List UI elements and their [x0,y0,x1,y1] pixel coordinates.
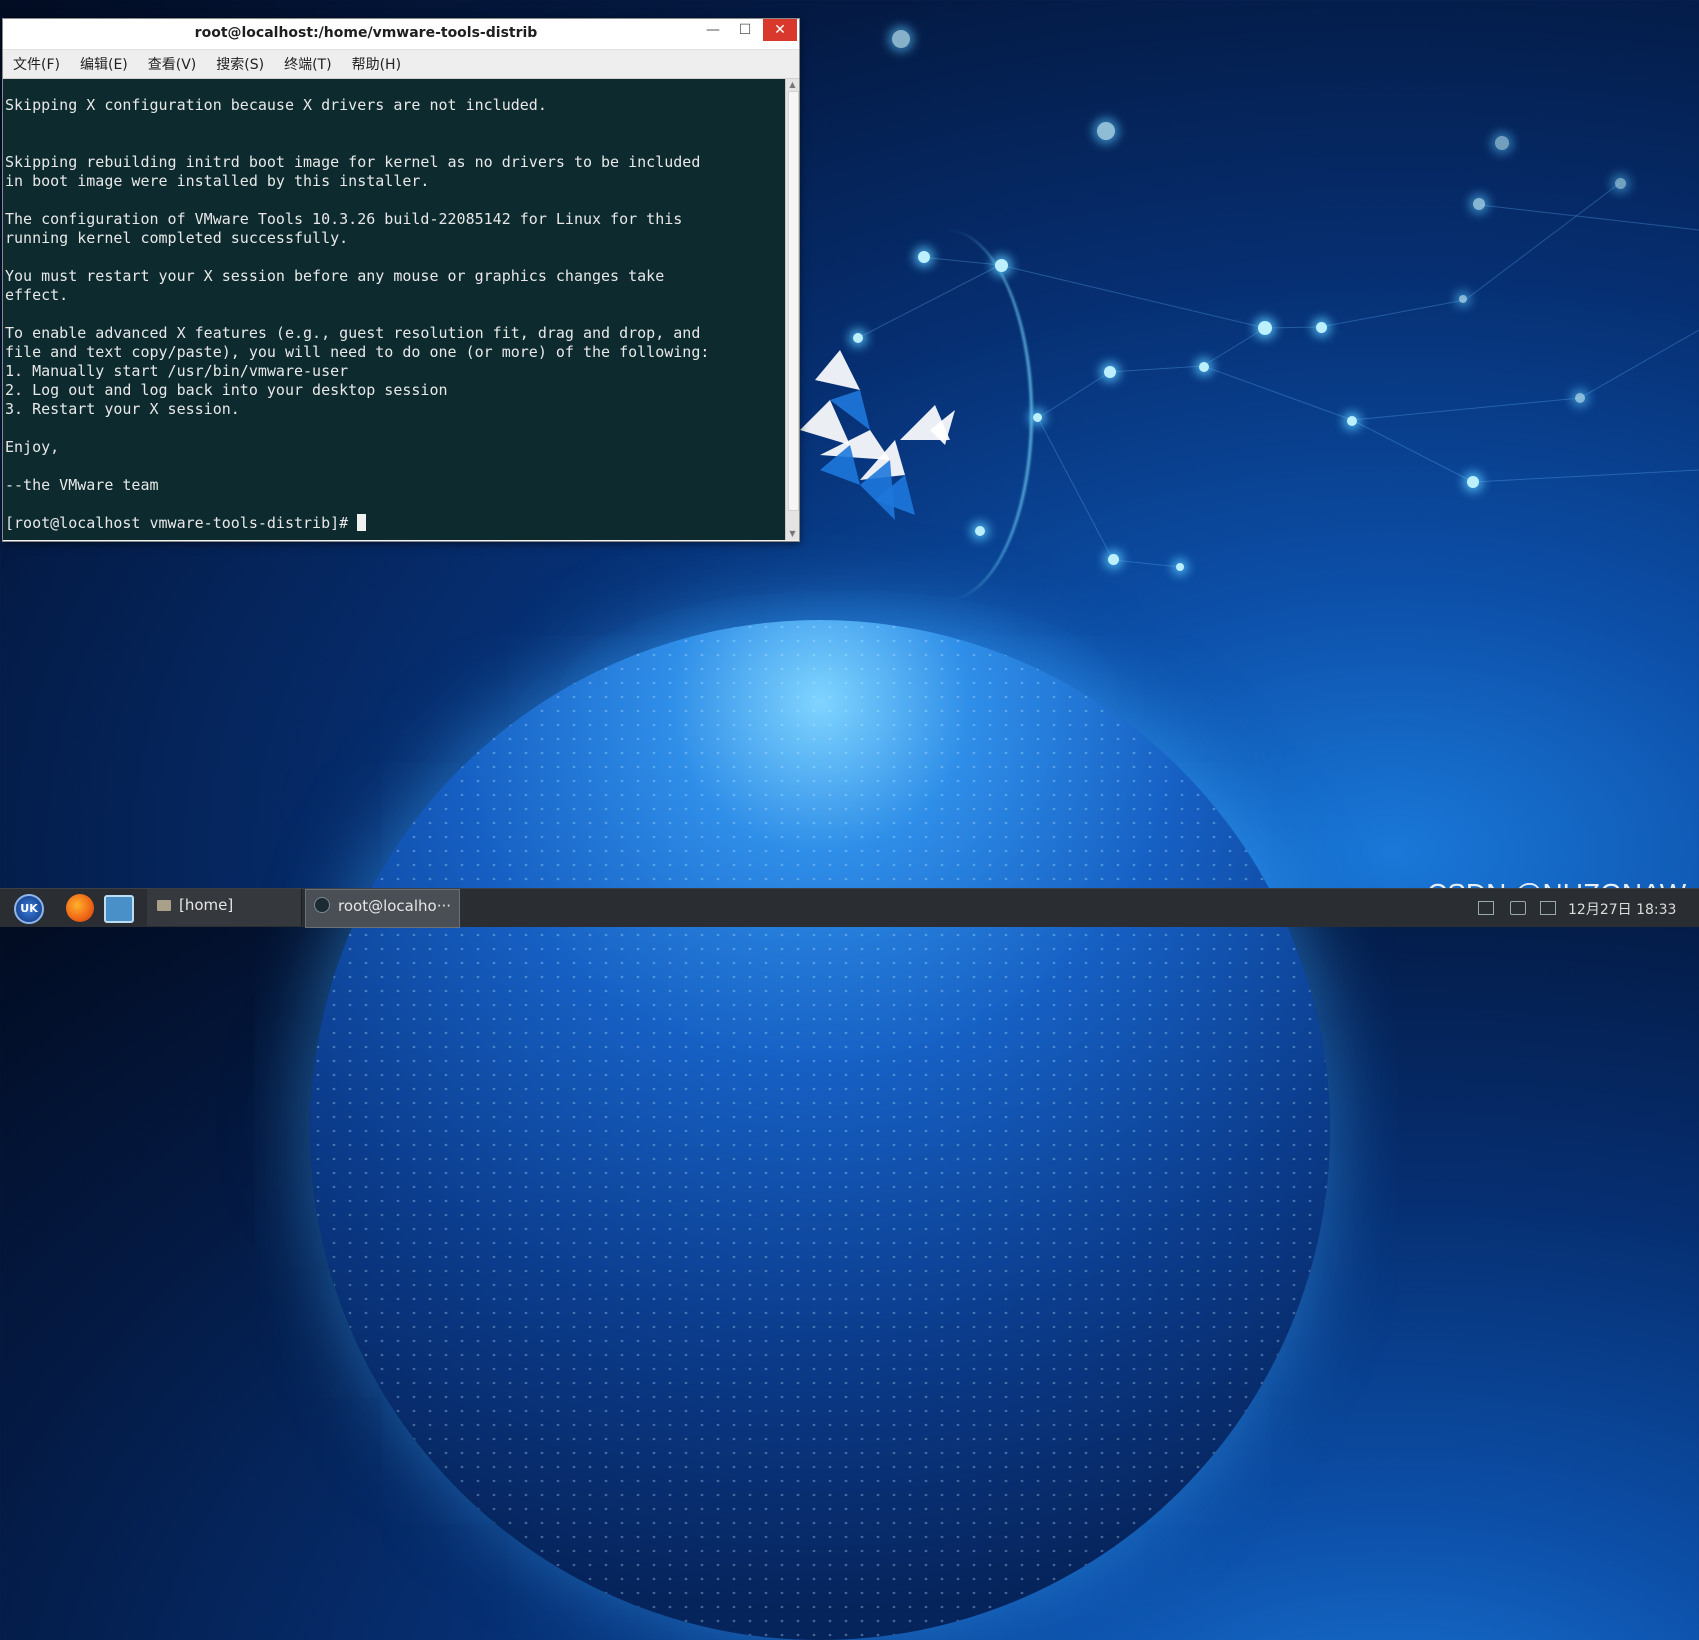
network-node [1347,416,1357,426]
network-node [1615,178,1626,189]
maximize-button[interactable]: ☐ [729,19,761,41]
scroll-down-arrow-icon[interactable]: ▼ [786,528,799,540]
menubar: 文件(F) 编辑(E) 查看(V) 搜索(S) 终端(T) 帮助(H) [3,50,799,79]
keyboard-icon[interactable] [1478,901,1494,915]
menu-help[interactable]: 帮助(H) [352,54,401,74]
network-node [1097,122,1115,140]
network-node [1258,321,1272,335]
network-node [853,333,863,343]
menu-search[interactable]: 搜索(S) [216,54,264,74]
network-node [918,251,930,263]
text-cursor [357,514,367,531]
network-node [1104,366,1116,378]
volume-muted-icon[interactable] [1510,901,1526,915]
network-node [1575,393,1585,403]
taskbar: UK [home] root@localho··· 12月27日 18:33 [0,888,1699,928]
menu-file[interactable]: 文件(F) [13,54,60,74]
menu-edit[interactable]: 编辑(E) [80,54,128,74]
window-titlebar[interactable]: root@localhost:/home/vmware-tools-distri… [3,19,799,50]
network-node [1459,295,1467,303]
network-node [1108,554,1119,565]
clock[interactable]: 12月27日 18:33 [1568,899,1676,919]
network-node [1473,198,1485,210]
network-node [1495,136,1509,150]
folder-icon [157,900,171,911]
close-button[interactable]: ✕ [763,19,797,41]
terminal-output-area[interactable]: Skipping X configuration because X drive… [3,79,785,540]
menu-view[interactable]: 查看(V) [148,54,197,74]
firefox-icon[interactable] [66,894,94,922]
scrollbar-thumb[interactable] [788,91,799,511]
network-icon[interactable] [1540,901,1556,915]
network-node [1199,362,1209,372]
start-menu-icon[interactable]: UK [14,894,44,924]
network-node [995,259,1008,272]
taskbar-item-label: root@localho··· [338,897,452,915]
network-node [1033,413,1042,422]
scroll-up-arrow-icon[interactable]: ▲ [786,79,799,91]
shell-prompt: [root@localhost vmware-tools-distrib]# [5,514,358,532]
network-node [892,30,910,48]
vertical-scrollbar[interactable]: ▲ ▼ [785,79,799,540]
network-node [1316,322,1327,333]
terminal-icon [314,897,330,913]
taskbar-item-terminal[interactable]: root@localho··· [305,889,460,928]
network-node [975,526,985,536]
window-title: root@localhost:/home/vmware-tools-distri… [194,25,538,41]
terminal-window[interactable]: root@localhost:/home/vmware-tools-distri… [2,18,800,542]
menu-terminal[interactable]: 终端(T) [284,54,331,74]
minimize-button[interactable]: — [697,19,729,41]
network-node [1176,563,1184,571]
taskbar-item-home[interactable]: [home] [147,889,302,926]
taskbar-item-label: [home] [179,896,234,914]
terminal-output: Skipping X configuration because X drive… [5,96,710,494]
network-node [1467,476,1479,488]
file-manager-icon[interactable] [104,895,134,923]
